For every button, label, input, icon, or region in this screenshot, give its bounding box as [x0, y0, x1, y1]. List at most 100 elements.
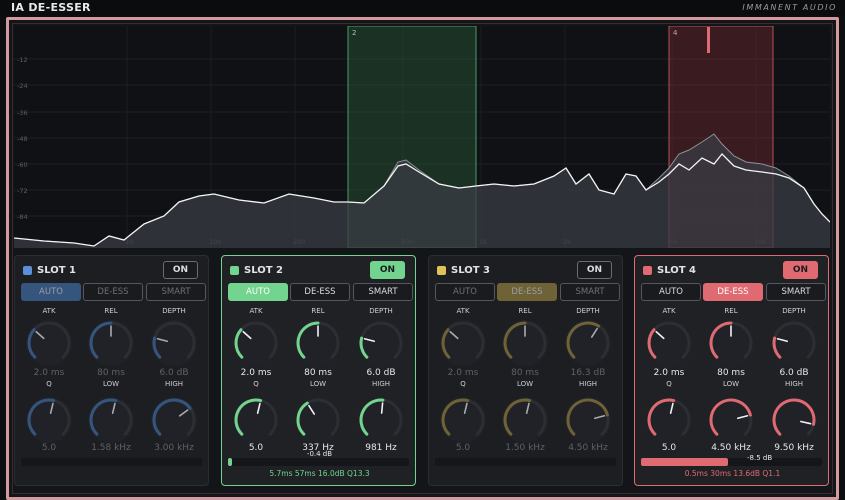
- mode-auto-button[interactable]: AUTO: [435, 283, 495, 301]
- knob-rel[interactable]: [80, 312, 142, 374]
- slot-color-indicator: [230, 266, 239, 275]
- knob-low[interactable]: [700, 389, 762, 451]
- meter-fill: [641, 458, 728, 466]
- slot-title: SLOT 1: [37, 265, 76, 276]
- knob-label: LOW: [516, 380, 534, 388]
- knob-depth[interactable]: [350, 312, 412, 374]
- knob-atk[interactable]: [18, 312, 80, 374]
- mode-smart-button[interactable]: SMART: [146, 283, 206, 301]
- spectrum-analyzer[interactable]: -12-24-36-48-60-72-84101002005001k2k5k10…: [14, 26, 830, 248]
- knob-value: 6.0 dB: [366, 368, 396, 378]
- knob-value: 6.0 dB: [159, 368, 189, 378]
- knob-depth[interactable]: [557, 312, 619, 374]
- knob-atk[interactable]: [225, 312, 287, 374]
- mode-de-ess-button[interactable]: DE-ESS: [497, 283, 557, 301]
- knob-q[interactable]: [432, 389, 494, 451]
- knob-label: Q: [460, 380, 466, 388]
- knob-value: 2.0 ms: [240, 368, 272, 378]
- knob-rel[interactable]: [287, 312, 349, 374]
- knob-label: Q: [253, 380, 259, 388]
- mode-smart-button[interactable]: SMART: [766, 283, 826, 301]
- knob-value: 80 ms: [97, 368, 125, 378]
- knob-value: 1.58 kHz: [91, 443, 131, 453]
- slot-on-button[interactable]: ON: [370, 261, 405, 279]
- slot-stats: 5.7ms 57ms 16.0dB Q13.3: [269, 469, 370, 478]
- slot-stats: 0.5ms 30ms 13.6dB Q1.1: [684, 469, 781, 478]
- meter-readout: -8.5 dB: [747, 454, 773, 462]
- mode-auto-button[interactable]: AUTO: [228, 283, 288, 301]
- knob-value: 80 ms: [511, 368, 539, 378]
- knob-label: HIGH: [164, 380, 184, 388]
- knob-value: 1.50 kHz: [505, 443, 545, 453]
- slot-title: SLOT 3: [451, 265, 490, 276]
- slot-on-button[interactable]: ON: [783, 261, 818, 279]
- band-4-label: 4: [673, 29, 678, 37]
- knob-high[interactable]: [557, 389, 619, 451]
- knob-value: 5.0: [455, 443, 471, 453]
- knob-label: LOW: [722, 380, 740, 388]
- slot-title: SLOT 4: [657, 265, 696, 276]
- band-4-marker[interactable]: [707, 27, 710, 53]
- knob-label: Q: [46, 380, 52, 388]
- band-2-label: 2: [352, 29, 356, 37]
- knob-rel[interactable]: [494, 312, 556, 374]
- knob-depth[interactable]: [763, 312, 825, 374]
- knob-value: 4.50 kHz: [711, 443, 751, 453]
- knob-low[interactable]: [287, 389, 349, 451]
- slot-on-button[interactable]: ON: [163, 261, 198, 279]
- slot-on-button[interactable]: ON: [577, 261, 612, 279]
- knob-value: 2.0 ms: [447, 368, 479, 378]
- db-label: -72: [17, 187, 28, 195]
- knob-value: 3.00 kHz: [154, 443, 194, 453]
- slot-panel-1: SLOT 1 ON AUTO DE-ESS SMART ATK 2.0 ms REL 80 ms…: [14, 255, 209, 486]
- knob-value: 6.0 dB: [779, 368, 809, 378]
- meter-fill: [228, 458, 232, 466]
- db-label: -60: [17, 161, 28, 169]
- knob-value: 9.50 kHz: [774, 443, 814, 453]
- mode-de-ess-button[interactable]: DE-ESS: [290, 283, 350, 301]
- slot-color-indicator: [643, 266, 652, 275]
- meter-readout: -0.4 dB: [306, 450, 333, 458]
- mode-smart-button[interactable]: SMART: [560, 283, 620, 301]
- title-bar: IA DE-ESSER IMMANENT AUDIO: [0, 0, 845, 16]
- knob-rel[interactable]: [700, 312, 762, 374]
- knob-depth[interactable]: [143, 312, 205, 374]
- knob-label: Q: [666, 380, 672, 388]
- knob-high[interactable]: [350, 389, 412, 451]
- slot-panel-2: SLOT 2 ON AUTO DE-ESS SMART ATK 2.0 ms REL 80 ms…: [221, 255, 416, 486]
- knob-q[interactable]: [225, 389, 287, 451]
- slot-panel-3: SLOT 3 ON AUTO DE-ESS SMART ATK 2.0 ms REL 80 ms…: [428, 255, 623, 486]
- gain-reduction-meter: [228, 458, 409, 466]
- knob-q[interactable]: [18, 389, 80, 451]
- knob-low[interactable]: [494, 389, 556, 451]
- mode-smart-button[interactable]: SMART: [353, 283, 413, 301]
- app-title: IA DE-ESSER: [11, 1, 91, 14]
- gain-reduction-meter: [21, 458, 202, 466]
- brand-label: IMMANENT AUDIO: [742, 3, 837, 12]
- db-label: -24: [17, 82, 28, 90]
- knob-label: HIGH: [371, 380, 391, 388]
- slot-color-indicator: [437, 266, 446, 275]
- mode-de-ess-button[interactable]: DE-ESS: [703, 283, 763, 301]
- knob-high[interactable]: [143, 389, 205, 451]
- mode-auto-button[interactable]: AUTO: [641, 283, 701, 301]
- knob-label: LOW: [309, 380, 327, 388]
- knob-atk[interactable]: [432, 312, 494, 374]
- knob-value: 80 ms: [304, 368, 332, 378]
- db-label: -36: [17, 109, 28, 117]
- knob-value: 4.50 kHz: [568, 443, 608, 453]
- slot-color-indicator: [23, 266, 32, 275]
- mode-auto-button[interactable]: AUTO: [21, 283, 81, 301]
- knob-atk[interactable]: [638, 312, 700, 374]
- knob-label: HIGH: [784, 380, 804, 388]
- gain-reduction-meter: [435, 458, 616, 466]
- knob-value: 16.3 dB: [570, 368, 606, 378]
- mode-de-ess-button[interactable]: DE-ESS: [83, 283, 143, 301]
- db-label: -84: [17, 213, 28, 221]
- knob-label: HIGH: [578, 380, 598, 388]
- slot-title: SLOT 2: [244, 265, 283, 276]
- knob-low[interactable]: [80, 389, 142, 451]
- knob-q[interactable]: [638, 389, 700, 451]
- knob-high[interactable]: [763, 389, 825, 451]
- knob-label: LOW: [102, 380, 120, 388]
